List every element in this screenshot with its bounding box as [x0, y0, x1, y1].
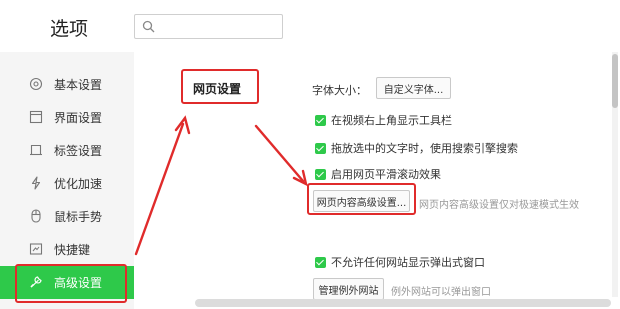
checkbox-checked-icon[interactable] [315, 168, 326, 180]
sidebar-item-interface[interactable]: 界面设置 [0, 101, 134, 134]
checkbox-checked-icon[interactable] [315, 114, 326, 126]
mouse-icon [31, 209, 41, 223]
manage-exceptions-button[interactable]: 管理例外网站 [313, 278, 384, 300]
search-input[interactable] [134, 14, 283, 39]
tab-icon [30, 144, 42, 156]
advanced-hint: 网页内容高级设置仅对极速模式生效 [419, 200, 579, 211]
sidebar-item-label: 基本设置 [54, 78, 103, 92]
checkbox-block-popups[interactable]: 不允许任何网站显示弹出式窗口 [315, 254, 485, 270]
page-title: 选项 [50, 18, 89, 40]
window-icon [29, 110, 43, 124]
horizontal-scrollbar[interactable] [195, 299, 611, 307]
exceptions-hint: 例外网站可以弹出窗口 [391, 287, 491, 298]
font-size-label: 字体大小： [312, 84, 367, 97]
sidebar-item-mouse[interactable]: 鼠标手势 [0, 200, 134, 233]
checkbox-label: 在视频右上角显示工具栏 [331, 114, 452, 127]
sidebar-item-basic[interactable]: 基本设置 [0, 68, 134, 101]
sidebar-item-shortcuts[interactable]: 快捷键 [0, 233, 134, 266]
sidebar-item-label: 优化加速 [54, 177, 103, 191]
custom-font-button[interactable]: 自定义字体... [376, 77, 451, 99]
annotation-box-sidebar [15, 264, 127, 303]
checkbox-label: 拖放选中的文字时，使用搜索引擎搜索 [331, 142, 518, 155]
checkbox-label: 启用网页平滑滚动效果 [331, 168, 441, 181]
search-icon [142, 20, 155, 33]
sidebar-item-label: 快捷键 [54, 243, 91, 257]
section-title: 网页设置 [193, 82, 242, 96]
checkbox-checked-icon[interactable] [315, 142, 326, 154]
sidebar-item-label: 标签设置 [54, 144, 103, 158]
sidebar-item-optimize[interactable]: 优化加速 [0, 167, 134, 200]
header: 选项 [0, 0, 620, 52]
lightning-icon [31, 176, 41, 190]
sidebar-item-label: 鼠标手势 [54, 210, 103, 224]
annotation-arrow [134, 115, 308, 256]
advanced-content-settings-button[interactable]: 网页内容高级设置... [313, 190, 410, 212]
gear-circle-icon [29, 77, 43, 91]
sidebar-item-tabs[interactable]: 标签设置 [0, 134, 134, 167]
checkbox-checked-icon[interactable] [315, 256, 326, 268]
checkbox-drag-search[interactable]: 拖放选中的文字时，使用搜索引擎搜索 [315, 140, 518, 156]
checkbox-smooth-scroll[interactable]: 启用网页平滑滚动效果 [315, 166, 441, 182]
checkbox-video-toolbar[interactable]: 在视频右上角显示工具栏 [315, 112, 452, 128]
keyboard-icon [29, 243, 43, 255]
sidebar-item-label: 界面设置 [54, 111, 103, 125]
vertical-scrollbar-thumb[interactable] [612, 54, 618, 108]
checkbox-label: 不允许任何网站显示弹出式窗口 [331, 256, 485, 269]
